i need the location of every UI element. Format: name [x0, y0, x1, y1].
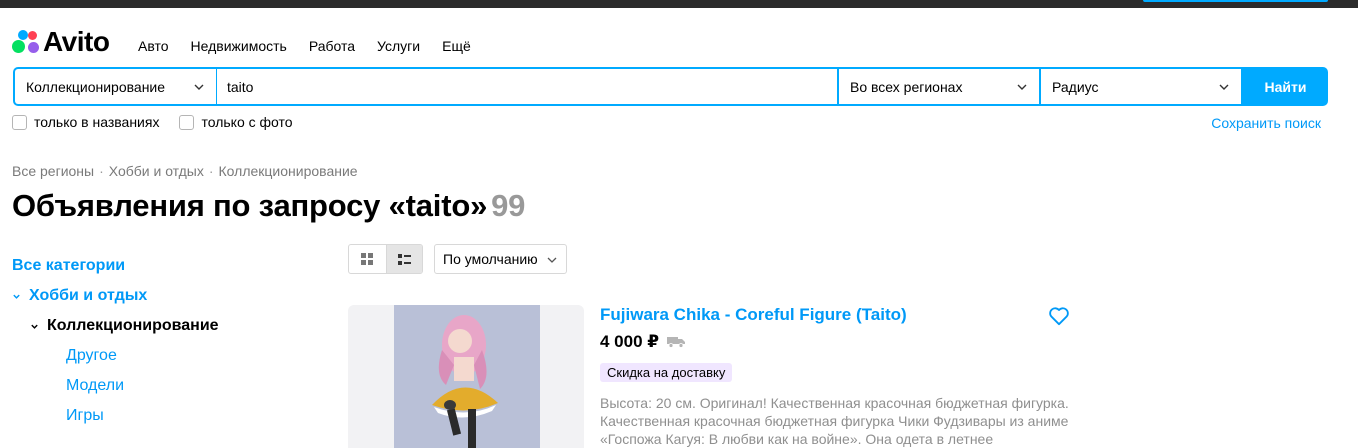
listing-price: 4 000 ₽ — [600, 332, 660, 351]
sidebar-item-label: Хобби и отдых — [29, 287, 148, 304]
listing-description: Высота: 20 см. Оригинал! Качественная кр… — [600, 395, 1069, 447]
radius-select[interactable]: Радиус — [1041, 69, 1241, 104]
search-bar: Коллекционирование taito Во всех региона… — [13, 67, 1328, 106]
checkbox-box[interactable] — [179, 114, 195, 130]
radius-select-value: Радиус — [1052, 78, 1099, 95]
region-select[interactable]: Во всех регионах — [839, 69, 1039, 104]
search-input-value: taito — [227, 78, 254, 95]
list-icon — [397, 253, 411, 265]
listing-image[interactable] — [348, 305, 584, 448]
main-nav: Авто Недвижимость Работа Услуги Ещё — [138, 38, 471, 54]
chevron-down-icon — [13, 294, 20, 299]
delivery-discount-badge: Скидка на доставку — [600, 363, 733, 382]
listing-title[interactable]: Fujiwara Chika - Coreful Figure (Taito) — [600, 305, 907, 325]
chevron-down-icon — [194, 84, 204, 90]
breadcrumb: Все регионы · Хобби и отдых · Коллекцион… — [12, 163, 358, 179]
sidebar-item-all-categories[interactable]: Все категории — [12, 257, 125, 275]
sidebar-item-other[interactable]: Другое — [66, 347, 117, 365]
category-select[interactable]: Коллекционирование — [15, 69, 216, 104]
category-select-value: Коллекционирование — [26, 78, 166, 95]
results-count: 99 — [491, 188, 526, 223]
grid-view-button[interactable] — [349, 245, 386, 273]
only-photo-checkbox[interactable]: только с фото — [179, 114, 293, 130]
region-select-value: Во всех регионах — [850, 78, 963, 95]
search-input[interactable]: taito — [217, 69, 837, 104]
logo-dots-icon — [12, 28, 42, 56]
nav-link-jobs[interactable]: Работа — [309, 38, 355, 54]
nav-link-more[interactable]: Ещё — [442, 38, 471, 54]
save-search-link[interactable]: Сохранить поиск — [1211, 115, 1321, 131]
sort-select-value: По умолчанию — [443, 251, 538, 267]
chevron-down-icon — [547, 257, 557, 263]
sidebar-item-hobby[interactable]: Хобби и отдых — [12, 287, 147, 305]
nav-link-realty[interactable]: Недвижимость — [191, 38, 287, 54]
grid-icon — [361, 253, 374, 265]
search-filters: только в названиях только с фото — [12, 114, 293, 130]
price-row: 4 000 ₽ — [600, 332, 686, 352]
only-titles-checkbox[interactable]: только в названиях — [12, 114, 159, 130]
view-toggle — [348, 244, 423, 274]
sidebar-item-models[interactable]: Модели — [66, 377, 124, 395]
top-bar — [0, 0, 1358, 8]
sidebar-item-label: Коллекционирование — [47, 317, 219, 334]
page-title-text: Объявления по запросу «taito» — [12, 188, 488, 223]
avito-logo[interactable]: Avito — [12, 26, 110, 57]
logo-text: Avito — [43, 26, 110, 57]
breadcrumb-separator: · — [208, 163, 214, 179]
checkbox-box[interactable] — [12, 114, 27, 130]
chevron-down-icon — [31, 324, 38, 329]
breadcrumb-item-regions[interactable]: Все регионы — [12, 163, 94, 179]
only-photo-label: только с фото — [201, 114, 293, 130]
top-bar-button[interactable] — [1143, 0, 1328, 2]
find-button[interactable]: Найти — [1243, 67, 1328, 106]
sidebar-item-games[interactable]: Игры — [66, 407, 104, 425]
chevron-down-icon — [1219, 84, 1229, 90]
nav-link-auto[interactable]: Авто — [138, 38, 169, 54]
truck-icon — [667, 337, 686, 348]
breadcrumb-item-hobby[interactable]: Хобби и отдых — [109, 163, 204, 179]
heart-icon[interactable] — [1048, 306, 1070, 326]
breadcrumb-item-collecting[interactable]: Коллекционирование — [219, 163, 358, 179]
sort-select[interactable]: По умолчанию — [434, 244, 567, 274]
figure-illustration — [432, 315, 498, 448]
chevron-down-icon — [1017, 84, 1027, 90]
breadcrumb-separator: · — [99, 163, 104, 179]
only-titles-label: только в названиях — [34, 114, 160, 130]
listing-photo — [394, 305, 540, 448]
sidebar-item-collecting[interactable]: Коллекционирование — [30, 317, 219, 335]
list-view-button[interactable] — [385, 245, 422, 273]
nav-link-services[interactable]: Услуги — [377, 38, 420, 54]
page-title: Объявления по запросу «taito» 99 — [12, 188, 525, 224]
